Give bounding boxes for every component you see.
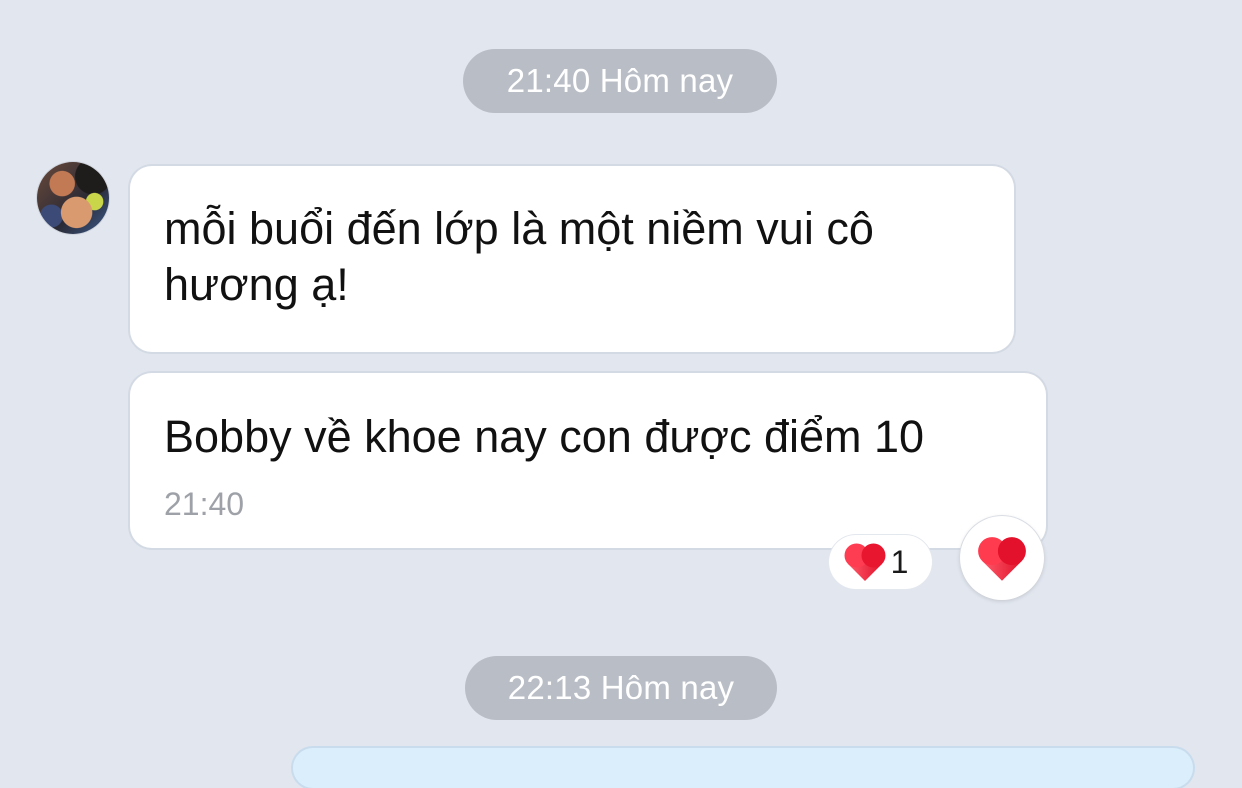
message-bubble-partial[interactable] xyxy=(293,748,1193,788)
date-separator-pill: 22:13 Hôm nay xyxy=(465,656,777,720)
message-text: mỗi buổi đến lớp là một niềm vui cô hươn… xyxy=(164,203,874,310)
message-text: Bobby về khoe nay con được điểm 10 xyxy=(164,411,925,462)
heart-icon xyxy=(847,547,882,581)
message-bubble[interactable]: Bobby về khoe nay con được điểm 10 21:40 xyxy=(130,373,1046,548)
reaction-count: 1 xyxy=(890,543,909,580)
message-timestamp: 21:40 xyxy=(164,486,245,522)
react-heart-button[interactable] xyxy=(960,516,1044,600)
chat-thread: 21:40 Hôm nay mỗi buổi đến lớp là một ni… xyxy=(0,0,1242,788)
heart-icon xyxy=(982,541,1022,581)
message-bubble[interactable]: mỗi buổi đến lớp là một niềm vui cô hươn… xyxy=(130,166,1014,352)
sender-avatar[interactable] xyxy=(37,162,109,234)
date-separator-pill: 21:40 Hôm nay xyxy=(463,49,777,113)
reaction-summary[interactable]: 1 xyxy=(829,535,932,589)
